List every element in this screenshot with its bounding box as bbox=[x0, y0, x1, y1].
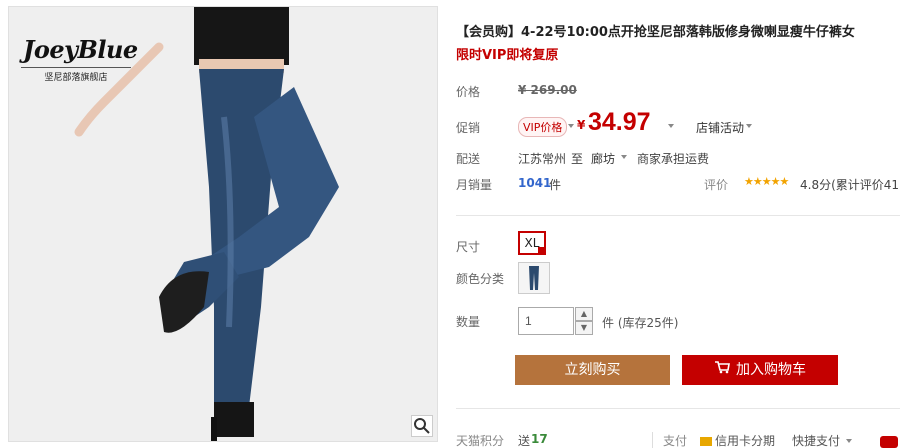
payment-label: 支付 bbox=[652, 432, 687, 448]
brand-store-name: 坚尼部落旗舰店 bbox=[21, 67, 131, 83]
buy-now-button[interactable]: 立刻购买 bbox=[515, 355, 670, 385]
color-swatch[interactable] bbox=[518, 262, 550, 294]
divider bbox=[456, 408, 900, 409]
size-label: 尺寸 bbox=[456, 240, 481, 254]
price-label: 价格 bbox=[456, 85, 481, 99]
shipping-label: 配送 bbox=[456, 152, 481, 166]
brand-logo: JoeyBlue bbox=[23, 35, 138, 64]
ship-to-word: 至 bbox=[571, 152, 584, 166]
quantity-input[interactable] bbox=[518, 307, 574, 335]
points-value: 17 bbox=[531, 432, 548, 446]
chevron-down-icon[interactable] bbox=[621, 155, 627, 159]
monthly-sales-count: 1041 bbox=[518, 176, 552, 190]
original-price: ¥ 269.00 bbox=[518, 83, 577, 97]
add-to-cart-button[interactable]: 加入购物车 bbox=[682, 355, 838, 385]
quantity-label: 数量 bbox=[456, 315, 481, 329]
selected-check-icon bbox=[538, 247, 546, 255]
chevron-down-icon[interactable] bbox=[668, 124, 674, 128]
stock-info: 件 (库存25件) bbox=[602, 316, 679, 330]
product-image[interactable]: JoeyBlue 坚尼部落旗舰店 bbox=[8, 6, 438, 442]
promo-label: 促销 bbox=[456, 121, 481, 135]
credit-card-icon bbox=[700, 437, 712, 446]
vip-price-tag: VIP价格 bbox=[518, 117, 568, 137]
quick-pay[interactable]: 快捷支付 bbox=[792, 432, 840, 448]
credit-installment[interactable]: 信用卡分期 bbox=[700, 432, 775, 448]
sales-unit: 件 bbox=[549, 178, 562, 192]
product-title: 【会员购】4-22号10:00点开抢坚尼部落韩版修身微喇显瘦牛仔裤女 bbox=[456, 25, 855, 40]
quantity-increase-button[interactable]: ▲ bbox=[575, 307, 593, 321]
product-subtitle: 限时VIP即将复原 bbox=[456, 48, 559, 63]
quantity-decrease-button[interactable]: ▼ bbox=[575, 321, 593, 335]
cart-icon bbox=[714, 355, 730, 385]
ship-to-location[interactable]: 廊坊 bbox=[591, 150, 615, 167]
rating-label: 评价 bbox=[704, 178, 729, 192]
monthly-sales-label: 月销量 bbox=[456, 178, 493, 192]
chevron-down-icon[interactable] bbox=[568, 124, 574, 128]
currency-symbol: ¥ bbox=[577, 118, 586, 132]
store-promo-dropdown[interactable]: 店铺活动 bbox=[696, 119, 744, 136]
chevron-down-icon[interactable] bbox=[746, 124, 752, 128]
shipping-fee-note: 商家承担运费 bbox=[637, 152, 710, 166]
ship-from: 江苏常州 bbox=[518, 152, 567, 166]
star-rating-icon: ★★★★★ bbox=[744, 175, 789, 188]
rating-score[interactable]: 4.8分(累计评价41) bbox=[800, 176, 900, 193]
points-prefix: 送 bbox=[518, 434, 531, 448]
color-label: 颜色分类 bbox=[456, 272, 505, 286]
zoom-icon[interactable] bbox=[411, 415, 433, 437]
divider bbox=[456, 215, 900, 216]
quick-pay-chevron-icon[interactable] bbox=[846, 432, 852, 446]
tmall-points-label: 天猫积分 bbox=[456, 434, 505, 448]
add-to-cart-label: 加入购物车 bbox=[736, 362, 806, 378]
current-price: 34.97 bbox=[588, 108, 651, 136]
credit-installment-label: 信用卡分期 bbox=[715, 434, 776, 448]
badge-icon bbox=[880, 436, 898, 448]
